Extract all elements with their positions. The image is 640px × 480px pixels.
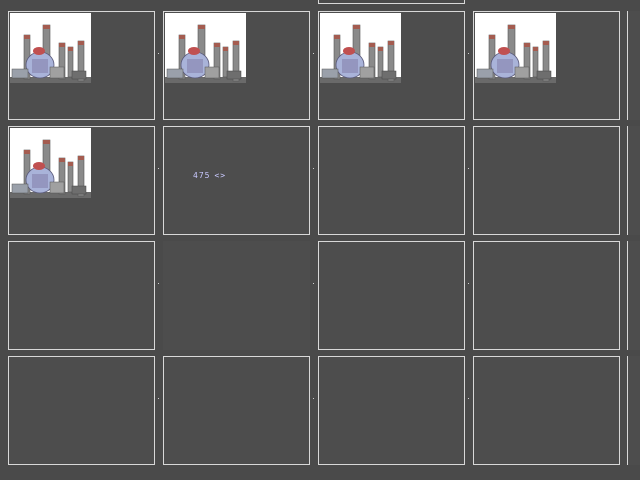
grid-cell-r3c4[interactable] bbox=[473, 241, 620, 350]
industrial-towers-icon bbox=[165, 13, 246, 83]
separator-dot bbox=[313, 53, 314, 54]
grid-cell-r3c1[interactable] bbox=[8, 241, 155, 350]
industrial-towers-graphic bbox=[10, 128, 91, 198]
separator-dot bbox=[468, 168, 469, 169]
grid-cell-overflow-r1 bbox=[627, 11, 640, 120]
separator-dot bbox=[468, 283, 469, 284]
grid-cell-r1c2[interactable] bbox=[163, 11, 310, 120]
frame-number-readout: 475 <> bbox=[193, 171, 226, 181]
separator-dot bbox=[313, 168, 314, 169]
grid-cell-r1c3[interactable] bbox=[318, 11, 465, 120]
grid-cell-r2c2[interactable] bbox=[163, 126, 310, 235]
grid-cell-r4c4[interactable] bbox=[473, 356, 620, 465]
industrial-towers-graphic bbox=[475, 13, 556, 83]
industrial-towers-graphic bbox=[165, 13, 246, 83]
grid-cell-r2c4[interactable] bbox=[473, 126, 620, 235]
frame-number-value: 475 bbox=[193, 171, 211, 180]
separator-dot bbox=[468, 398, 469, 399]
grid-cell-r4c1[interactable] bbox=[8, 356, 155, 465]
grid-cell-r1c4[interactable] bbox=[473, 11, 620, 120]
grid-cell-r2c1[interactable] bbox=[8, 126, 155, 235]
grid-cell-r3c3[interactable] bbox=[318, 241, 465, 350]
separator-dot bbox=[158, 168, 159, 169]
grid-cell-r1c1[interactable] bbox=[8, 11, 155, 120]
industrial-towers-icon bbox=[320, 13, 401, 83]
grid-cell-r4c2[interactable] bbox=[163, 356, 310, 465]
separator-dot bbox=[158, 398, 159, 399]
grid-cell-r3c2[interactable] bbox=[163, 241, 310, 350]
industrial-towers-graphic bbox=[320, 13, 401, 83]
grid-cell-overflow-r3 bbox=[627, 241, 640, 350]
separator-dot bbox=[158, 53, 159, 54]
industrial-towers-icon bbox=[10, 128, 91, 198]
separator-dot bbox=[468, 53, 469, 54]
industrial-towers-graphic bbox=[10, 13, 91, 83]
grid-cell-r4c3[interactable] bbox=[318, 356, 465, 465]
separator-dot bbox=[313, 398, 314, 399]
scrolled-cell-edge bbox=[318, 0, 465, 4]
grid-cell-overflow-r4 bbox=[627, 356, 640, 465]
separator-dot bbox=[313, 283, 314, 284]
grid-cell-overflow-r2 bbox=[627, 126, 640, 235]
prev-next-arrows[interactable]: <> bbox=[214, 171, 226, 180]
grid-cell-r2c3[interactable] bbox=[318, 126, 465, 235]
industrial-towers-icon bbox=[10, 13, 91, 83]
thumbnail-grid-viewport: 475 <> bbox=[0, 0, 640, 480]
separator-dot bbox=[158, 283, 159, 284]
industrial-towers-icon bbox=[475, 13, 556, 83]
